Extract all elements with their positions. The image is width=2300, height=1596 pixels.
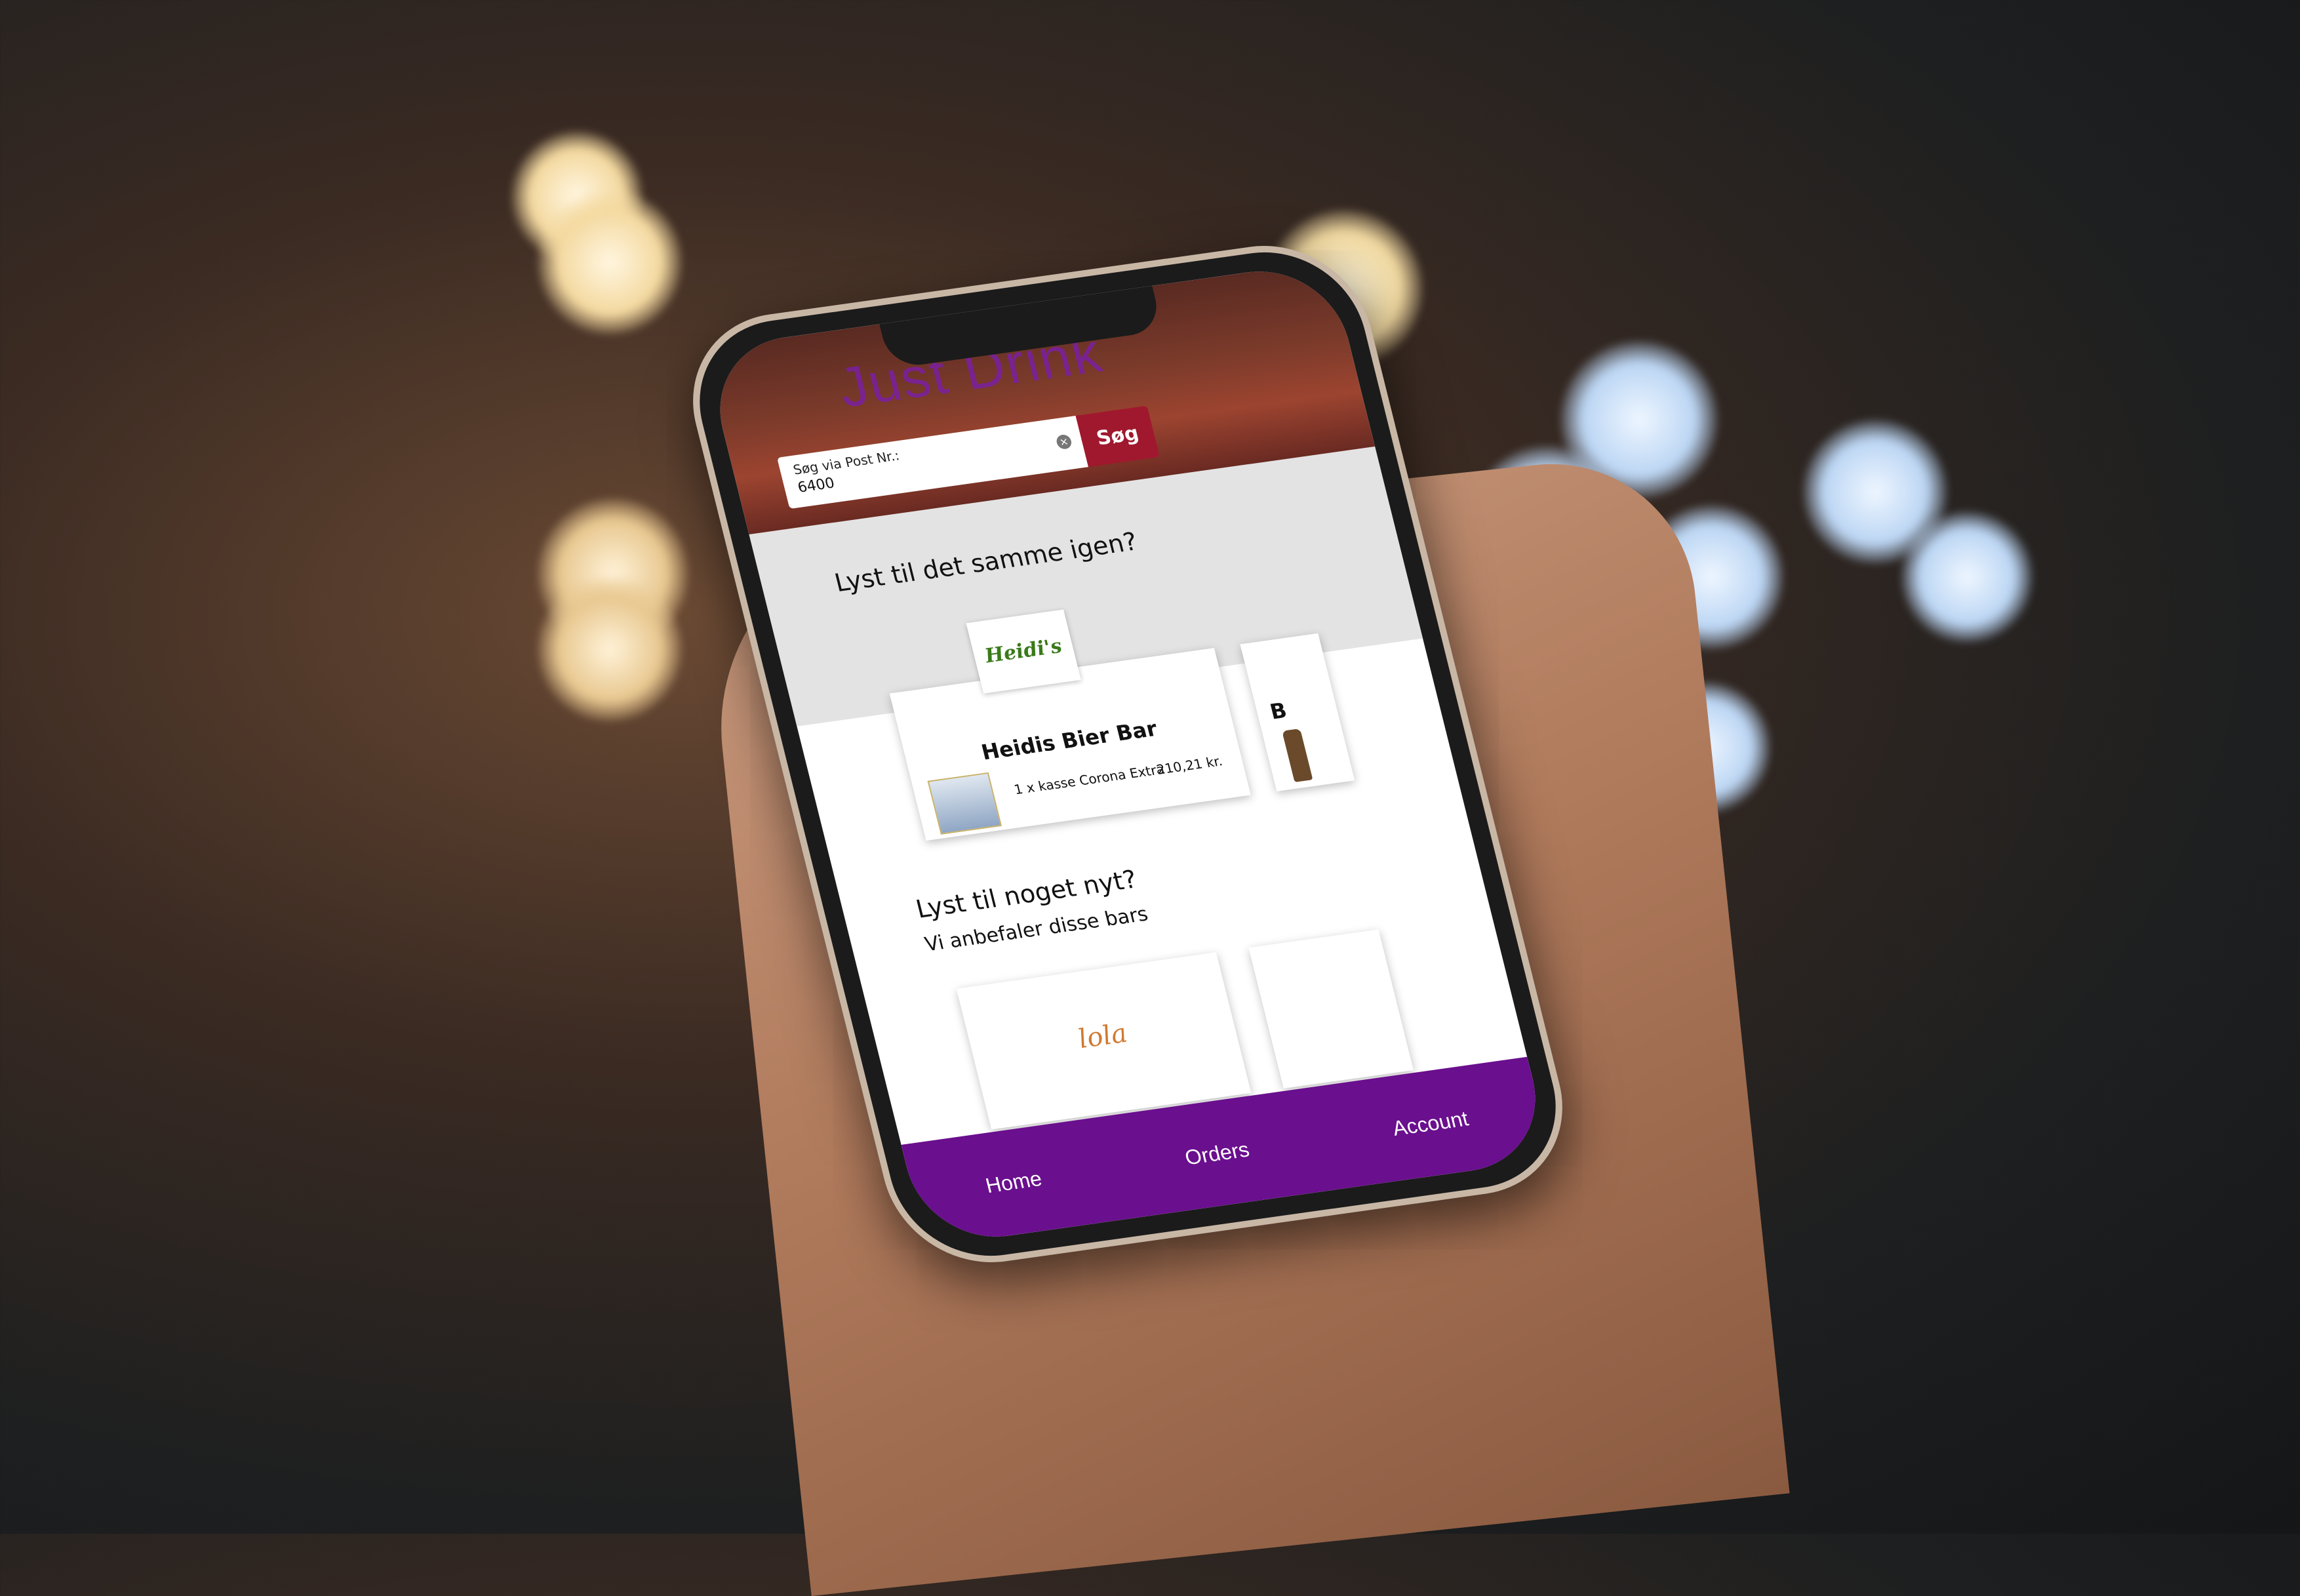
reorder-card[interactable]: B xyxy=(1240,633,1355,791)
nav-orders[interactable]: Orders xyxy=(1182,1137,1252,1170)
bokeh-light xyxy=(538,190,682,334)
search-value: 6400 xyxy=(796,475,837,496)
nav-home[interactable]: Home xyxy=(983,1167,1044,1198)
clear-icon[interactable]: × xyxy=(1055,433,1073,450)
search-button[interactable]: Søg xyxy=(1075,405,1160,468)
search-label: Søg via Post Nr.: xyxy=(791,447,902,478)
bokeh-light xyxy=(538,577,682,721)
order-price: 210,21 kr. xyxy=(1155,753,1224,778)
bokeh-light xyxy=(1901,511,2032,643)
bar-logo: lola xyxy=(1075,1018,1130,1055)
bar-card[interactable] xyxy=(1248,929,1414,1088)
bar-logo: Heidi's xyxy=(966,609,1081,694)
product-image xyxy=(927,772,1002,835)
order-item: 1 x kasse Corona Extra xyxy=(1012,761,1166,798)
bar-name: B xyxy=(1267,698,1290,725)
nav-account[interactable]: Account xyxy=(1390,1106,1471,1140)
bottle-image xyxy=(1282,728,1313,782)
